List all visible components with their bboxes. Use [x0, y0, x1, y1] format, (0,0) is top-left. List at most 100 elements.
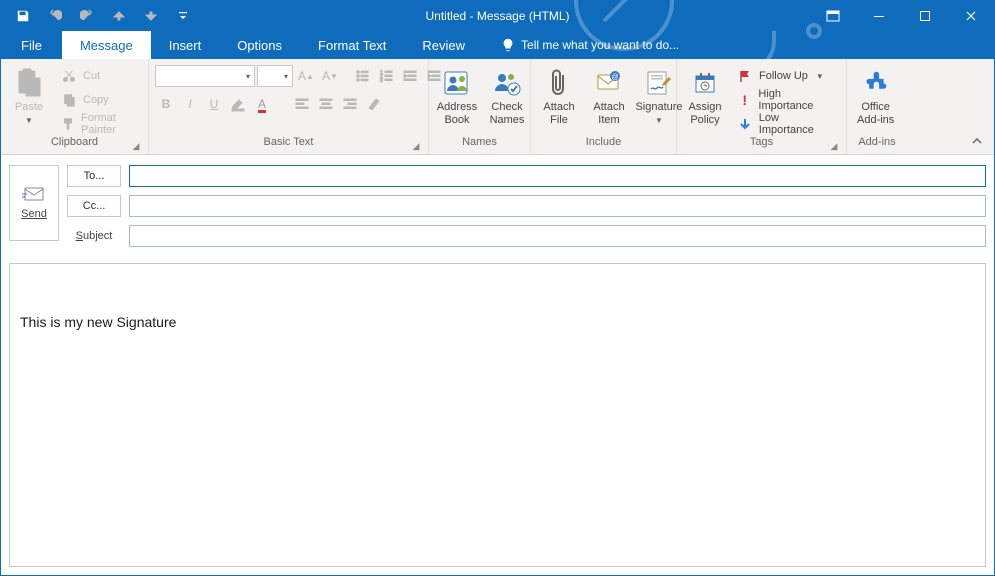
send-label: Send: [21, 208, 47, 220]
title-bar: Untitled - Message (HTML): [1, 1, 994, 31]
tab-options[interactable]: Options: [219, 31, 300, 59]
exclamation-icon: !: [737, 92, 752, 108]
attach-file-button[interactable]: Attach File: [537, 65, 581, 128]
align-right-button[interactable]: [339, 93, 361, 115]
ribbon-display-options-icon[interactable]: [810, 1, 856, 31]
bold-button[interactable]: B: [155, 93, 177, 115]
signature-button[interactable]: Signature ▼: [637, 65, 681, 127]
clear-formatting-button[interactable]: [363, 93, 385, 115]
lightbulb-icon: [501, 38, 515, 52]
check-names-button[interactable]: Check Names: [485, 65, 529, 128]
copy-label: Copy: [83, 94, 109, 106]
body-text: This is my new Signature: [20, 314, 176, 330]
next-item-icon[interactable]: [135, 1, 167, 31]
format-painter-button[interactable]: Format Painter: [57, 113, 142, 135]
signature-icon: [643, 67, 675, 99]
cc-field[interactable]: [129, 195, 986, 217]
shrink-font-button[interactable]: A▼: [319, 65, 341, 87]
save-icon[interactable]: [7, 1, 39, 31]
to-field[interactable]: [129, 165, 986, 187]
numbering-button[interactable]: 123: [375, 65, 397, 87]
tell-me-search[interactable]: Tell me what you want to do...: [483, 31, 679, 59]
minimize-icon[interactable]: [856, 1, 902, 31]
down-arrow-icon: [737, 116, 753, 132]
font-color-button[interactable]: A: [251, 93, 273, 115]
signature-label: Signature: [635, 101, 682, 114]
assign-policy-button[interactable]: Assign Policy: [683, 65, 727, 128]
ribbon: Paste ▼ Cut Copy: [1, 59, 994, 155]
cut-button[interactable]: Cut: [57, 65, 142, 87]
font-size-dropdown[interactable]: ▾: [257, 65, 293, 87]
paste-button[interactable]: Paste ▼: [7, 65, 51, 127]
subject-label: Subject: [67, 230, 121, 242]
office-addins-button[interactable]: Office Add-ins: [853, 65, 898, 128]
chevron-down-icon: ▼: [25, 116, 33, 125]
paste-label: Paste: [15, 101, 43, 114]
message-body[interactable]: This is my new Signature: [9, 263, 986, 567]
group-basic-text: ▾ ▾ A▲ A▼ 123 B I: [149, 59, 429, 154]
check-names-icon: [491, 67, 523, 99]
decrease-indent-button[interactable]: [399, 65, 421, 87]
check-names-label: Check Names: [490, 101, 525, 126]
tags-launcher-icon[interactable]: ◢: [828, 141, 840, 153]
paperclip-icon: [543, 67, 575, 99]
tell-me-label: Tell me what you want to do...: [521, 38, 679, 52]
tab-review[interactable]: Review: [404, 31, 483, 59]
group-clipboard-label: Clipboard: [51, 136, 98, 148]
high-importance-button[interactable]: ! High Importance: [733, 89, 840, 111]
window-title: Untitled - Message (HTML): [425, 9, 569, 23]
align-left-button[interactable]: [291, 93, 313, 115]
underline-button[interactable]: U: [203, 93, 225, 115]
group-tags: Assign Policy Follow Up ▼ ! High Importa…: [677, 59, 847, 154]
chevron-down-icon: ▼: [816, 72, 824, 81]
group-addins: Office Add-ins Add-ins: [847, 59, 907, 154]
copy-button[interactable]: Copy: [57, 89, 142, 111]
close-icon[interactable]: [948, 1, 994, 31]
cut-label: Cut: [83, 70, 100, 82]
scissors-icon: [61, 68, 77, 84]
quick-access-toolbar: [1, 1, 199, 31]
attach-item-button[interactable]: @ Attach Item: [587, 65, 631, 128]
to-button[interactable]: To...: [67, 165, 121, 187]
window-controls: [810, 1, 994, 31]
assign-policy-label: Assign Policy: [688, 101, 721, 126]
group-tags-label: Tags: [750, 136, 773, 148]
undo-icon[interactable]: [39, 1, 71, 31]
grow-font-button[interactable]: A▲: [295, 65, 317, 87]
address-book-button[interactable]: Address Book: [435, 65, 479, 128]
follow-up-button[interactable]: Follow Up ▼: [733, 65, 840, 87]
ribbon-tabs: File Message Insert Options Format Text …: [1, 31, 994, 59]
svg-text:@: @: [611, 74, 618, 81]
assign-policy-icon: [689, 67, 721, 99]
brush-icon: [61, 116, 75, 132]
follow-up-label: Follow Up: [759, 70, 808, 82]
low-importance-button[interactable]: Low Importance: [733, 113, 840, 135]
customize-qat-icon[interactable]: [167, 1, 199, 31]
group-addins-label: Add-ins: [853, 136, 901, 154]
office-addins-label: Office Add-ins: [857, 101, 894, 126]
low-importance-label: Low Importance: [759, 112, 836, 136]
high-importance-label: High Importance: [758, 88, 836, 112]
tab-insert[interactable]: Insert: [151, 31, 220, 59]
cc-button[interactable]: Cc...: [67, 195, 121, 217]
collapse-ribbon-icon[interactable]: [968, 132, 986, 150]
subject-field[interactable]: [129, 225, 986, 247]
paste-icon: [13, 67, 45, 99]
group-names: Address Book Check Names Names: [429, 59, 531, 154]
clipboard-launcher-icon[interactable]: ◢: [130, 141, 142, 153]
address-book-icon: [441, 67, 473, 99]
previous-item-icon[interactable]: [103, 1, 135, 31]
text-highlight-button[interactable]: [227, 93, 249, 115]
bullets-button[interactable]: [351, 65, 373, 87]
basic-text-launcher-icon[interactable]: ◢: [410, 141, 422, 153]
tab-file[interactable]: File: [1, 31, 62, 59]
redo-icon[interactable]: [71, 1, 103, 31]
align-center-button[interactable]: [315, 93, 337, 115]
send-button[interactable]: Send: [9, 165, 59, 241]
font-name-dropdown[interactable]: ▾: [155, 65, 255, 87]
maximize-icon[interactable]: [902, 1, 948, 31]
tab-message[interactable]: Message: [62, 31, 151, 59]
tab-format-text[interactable]: Format Text: [300, 31, 404, 59]
group-clipboard: Paste ▼ Cut Copy: [1, 59, 149, 154]
italic-button[interactable]: I: [179, 93, 201, 115]
